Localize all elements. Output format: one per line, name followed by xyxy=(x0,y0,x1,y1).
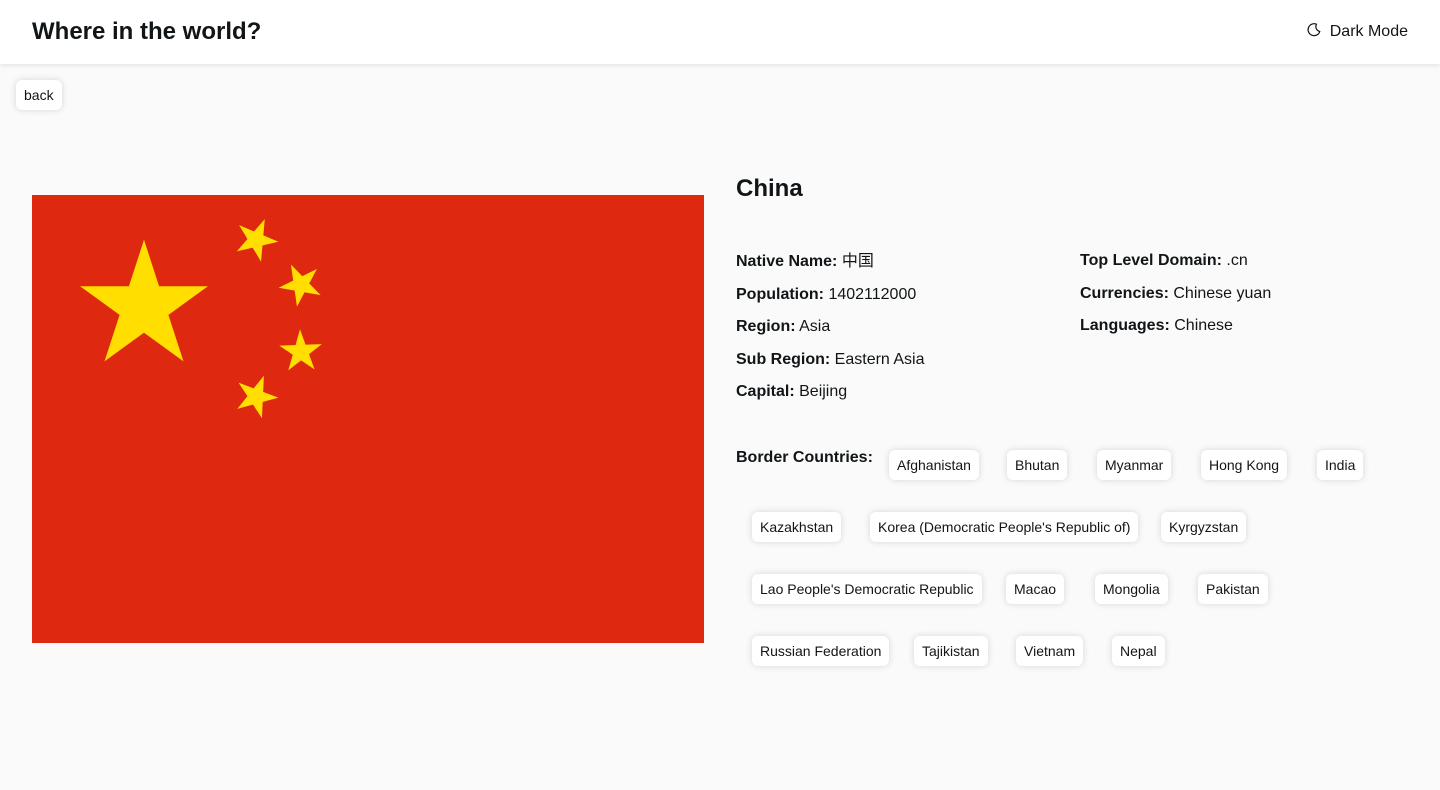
border-country-button[interactable]: Nepal xyxy=(1112,636,1165,666)
flag-field xyxy=(32,195,704,643)
dark-mode-label: Dark Mode xyxy=(1329,23,1408,40)
border-country-button[interactable]: Russian Federation xyxy=(752,636,890,666)
border-country-button[interactable]: Mongolia xyxy=(1095,574,1168,604)
border-country-button[interactable]: Hong Kong xyxy=(1201,450,1288,480)
top-header: Where in the world? Dark Mode xyxy=(0,0,1440,64)
app-title: Where in the world? xyxy=(32,18,262,45)
border-country-button[interactable]: Kazakhstan xyxy=(752,512,842,542)
info-column-primary: Native Name: 中国 Population: 1402112000 R… xyxy=(736,246,925,409)
currencies-row: Currencies: Chinese yuan xyxy=(1080,284,1272,302)
country-flag xyxy=(32,195,704,643)
currencies-value: Chinese yuan xyxy=(1173,284,1272,302)
capital-value: Beijing xyxy=(799,383,848,400)
border-country-button[interactable]: Pakistan xyxy=(1198,574,1268,604)
capital-row: Capital: Beijing xyxy=(736,383,848,400)
tld-row: Top Level Domain: .cn xyxy=(1080,252,1248,269)
sub-region-row: Sub Region: Eastern Asia xyxy=(736,350,925,368)
border-country-button[interactable]: India xyxy=(1317,450,1364,480)
population-row: Population: 1402112000 xyxy=(736,285,917,303)
border-country-button[interactable]: Macao xyxy=(1006,574,1065,604)
border-country-button[interactable]: Myanmar xyxy=(1097,450,1172,480)
region-value: Asia xyxy=(799,318,831,335)
languages-value: Chinese xyxy=(1174,317,1233,334)
border-country-button[interactable]: Kyrgyzstan xyxy=(1161,512,1247,542)
info-column-secondary: Top Level Domain: .cn Currencies: Chines… xyxy=(1080,245,1271,343)
border-country-button[interactable]: Bhutan xyxy=(1007,450,1068,480)
border-country-button[interactable]: Afghanistan xyxy=(889,450,979,480)
country-name: China xyxy=(736,175,803,202)
tld-value: .cn xyxy=(1226,252,1248,269)
population-value: 1402112000 xyxy=(828,285,917,303)
dark-mode-toggle[interactable]: Dark Mode xyxy=(1306,22,1408,43)
border-country-button[interactable]: Vietnam xyxy=(1016,636,1084,666)
country-details: China Native Name: 中国 Population: 140211… xyxy=(736,170,1416,666)
back-button[interactable]: back xyxy=(16,80,62,110)
native-name-row: Native Name: 中国 xyxy=(736,253,874,270)
native-name-value: 中国 xyxy=(841,253,874,270)
border-countries-label: Border Countries: xyxy=(736,449,873,466)
languages-row: Languages: Chinese xyxy=(1080,317,1233,334)
region-row: Region: Asia xyxy=(736,318,831,335)
border-country-button[interactable]: Tajikistan xyxy=(914,636,988,666)
border-country-button[interactable]: Korea (Democratic People's Republic of) xyxy=(870,512,1139,542)
moon-icon xyxy=(1306,22,1322,43)
border-country-button[interactable]: Lao People's Democratic Republic xyxy=(752,574,982,604)
sub-region-value: Eastern Asia xyxy=(834,350,925,368)
